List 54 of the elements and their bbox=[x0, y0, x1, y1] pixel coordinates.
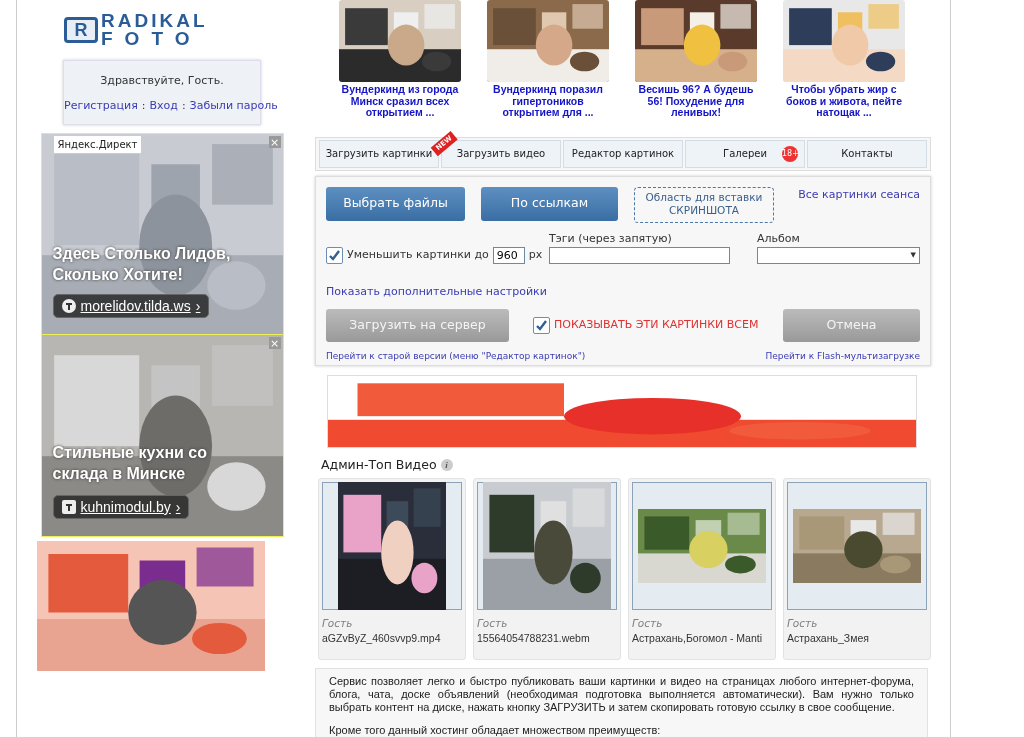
album-label: Альбом bbox=[757, 230, 801, 247]
ad-headline: Стильные кухни со склада в Минске bbox=[52, 443, 208, 484]
tags-label: Тэги (через запятую) bbox=[549, 230, 673, 247]
author-text: Гость bbox=[477, 616, 509, 632]
chevron-text: › bbox=[195, 298, 201, 314]
settings-link[interactable]: Показать дополнительные настройки bbox=[326, 284, 547, 301]
checkbox[interactable] bbox=[326, 247, 343, 265]
resize-label: Уменьшить картинки до bbox=[347, 247, 489, 264]
session-link[interactable]: Все картинки сеанса bbox=[798, 186, 920, 204]
description-text: Кроме того данный хостинг обладает множеством преимуществ: bbox=[329, 724, 662, 737]
domain-text: kuhnimodul.by bbox=[80, 499, 171, 515]
description-text: Сервис позволяет легко и быстро публиковать ваши картинки и видео на страницах любого интернет-форума, блога, чата, доске объявлений (необходимая подготовка выполняется автоматически). Вам нужно только выбрать контент на диске, нажать кнопку ЗАГРУЗИТЬ и затем скопировать готовую ссылку в свое сообщение. bbox=[329, 675, 914, 714]
by-link-button[interactable]: По ссылкам bbox=[481, 186, 618, 221]
auth-link[interactable]: Забыли пароль bbox=[189, 98, 278, 112]
flash-link[interactable]: Перейти к Flash-мультизагрузке bbox=[765, 349, 920, 364]
tags-input[interactable] bbox=[549, 247, 730, 265]
file-name[interactable]: 15564054788231.webm bbox=[477, 632, 617, 645]
author-text: Гость bbox=[632, 616, 664, 632]
show-all-label: ПОКАЗЫВАТЬ ЭТИ КАРТИНКИ ВСЕМ bbox=[554, 316, 759, 333]
news-link[interactable]: Весишь 96? А будешь 56! Похудение для ленивых! bbox=[635, 84, 757, 119]
ad-label: Яндекс.Директ bbox=[53, 136, 142, 153]
auth-link[interactable]: Регистрация bbox=[64, 98, 138, 112]
author-text: Гость bbox=[322, 616, 354, 632]
logo-text: FOTO bbox=[101, 30, 203, 49]
greeting-text: Здравствуйте, Гость. bbox=[99, 73, 225, 89]
file-name[interactable]: Астрахань,Богомол - Manti bbox=[632, 632, 772, 645]
file-name[interactable]: aGZvByZ_460svvp9.mp4 bbox=[322, 632, 462, 645]
site-icon bbox=[61, 500, 76, 514]
site-icon bbox=[61, 299, 76, 313]
logo-text: RADIKAL bbox=[101, 11, 208, 30]
separator-text: : bbox=[141, 98, 146, 112]
logo-mark: R bbox=[64, 17, 98, 43]
nav-tab[interactable]: Контакты bbox=[807, 139, 927, 168]
section-title: Админ-Топ Видео bbox=[321, 455, 437, 474]
news-link[interactable]: Вундеркинд поразил гипертоников открытием для ... bbox=[487, 84, 609, 119]
paste-area[interactable]: Область для вставки СКРИНШОТА bbox=[634, 186, 774, 223]
separator-text: : bbox=[181, 98, 186, 112]
file-name[interactable]: Астрахань_Змея bbox=[787, 632, 927, 645]
ad-headline: Здесь Столько Лидов, Сколько Хотите! bbox=[52, 244, 232, 285]
choose-files-button[interactable]: Выбрать файлы bbox=[326, 186, 465, 221]
news-link[interactable]: Чтобы убрать жир с боков и живота, пейте натощак ... bbox=[783, 84, 905, 119]
news-link[interactable]: Вундеркинд из города Минск сразил всех открытием ... bbox=[339, 84, 461, 119]
chevron-text: › bbox=[175, 499, 181, 515]
author-text: Гость bbox=[787, 616, 819, 632]
ad-link[interactable]: morelidov.tilda.ws › bbox=[52, 294, 210, 318]
size-input[interactable]: 960 bbox=[492, 247, 525, 265]
info-icon[interactable]: i bbox=[440, 459, 453, 471]
domain-text: morelidov.tilda.ws bbox=[80, 298, 191, 314]
nav-tab[interactable]: Редактор картинок bbox=[563, 139, 683, 168]
auth-link[interactable]: Вход bbox=[149, 98, 178, 112]
ad-link[interactable]: kuhnimodul.by › bbox=[52, 495, 190, 519]
unit-text: px bbox=[528, 247, 543, 264]
old-version-link[interactable]: Перейти к старой версии (меню "Редактор картинок") bbox=[326, 349, 586, 364]
checkbox[interactable] bbox=[533, 316, 550, 334]
